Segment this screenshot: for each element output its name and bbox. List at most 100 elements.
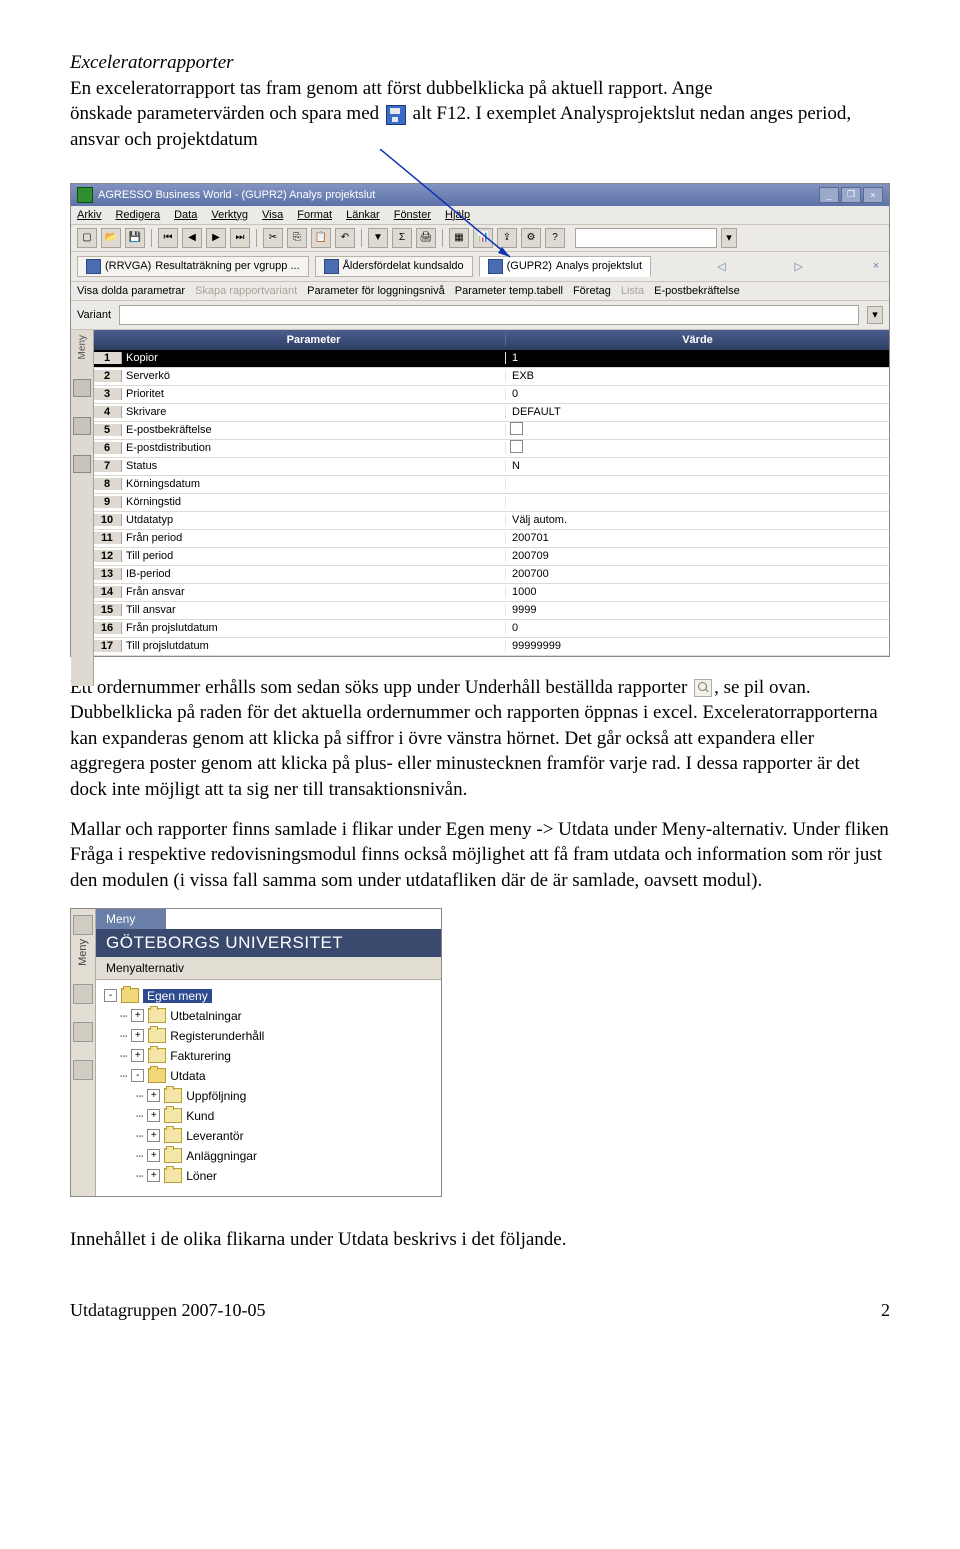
expand-box[interactable]: + xyxy=(131,1009,144,1022)
tree-item[interactable]: ⋯+Registerunderhåll xyxy=(104,1026,433,1046)
row-value[interactable] xyxy=(506,387,889,401)
grid-row[interactable]: 12Till period xyxy=(93,548,889,566)
value-input[interactable] xyxy=(510,351,893,365)
menu-format[interactable]: Format xyxy=(297,209,332,221)
tree-item[interactable]: ⋯+Uppföljning xyxy=(104,1086,433,1106)
tree-item[interactable]: ⋯+Anläggningar xyxy=(104,1146,433,1166)
row-value[interactable] xyxy=(506,621,889,635)
grid-row[interactable]: 16Från projslutdatum xyxy=(93,620,889,638)
tree-item[interactable]: ⋯+Leverantör xyxy=(104,1126,433,1146)
menu-verktyg[interactable]: Verktyg xyxy=(211,209,248,221)
toolbar-open-icon[interactable]: 📂 xyxy=(101,228,121,248)
checkbox[interactable] xyxy=(510,440,523,453)
grid-row[interactable]: 3Prioritet xyxy=(93,386,889,404)
tree-item[interactable]: ⋯-Utdata xyxy=(104,1066,433,1086)
checkbox[interactable] xyxy=(510,422,523,435)
tab-nav-right-icon[interactable]: ▷ xyxy=(792,259,806,273)
row-value[interactable] xyxy=(506,585,889,599)
tab-nav-left-icon[interactable]: ◁ xyxy=(714,259,728,273)
row-value[interactable] xyxy=(506,459,889,473)
subtool-visa-dolda[interactable]: Visa dolda parametrar xyxy=(77,285,185,297)
grid-row[interactable]: 1Kopior xyxy=(93,350,889,368)
value-input[interactable] xyxy=(510,387,893,401)
row-value[interactable] xyxy=(506,422,889,438)
expand-box[interactable]: + xyxy=(147,1149,160,1162)
maximize-button[interactable]: ❐ xyxy=(841,187,861,203)
tree-item[interactable]: ⋯+Utbetalningar xyxy=(104,1006,433,1026)
row-value[interactable] xyxy=(506,513,889,527)
tree-item[interactable]: -Egen meny xyxy=(104,986,433,1006)
row-value[interactable] xyxy=(506,405,889,419)
expand-box[interactable]: + xyxy=(131,1049,144,1062)
sidebar-icon[interactable] xyxy=(73,915,93,935)
toolbar-help-icon[interactable]: ? xyxy=(545,228,565,248)
toolbar-dropdown-button[interactable]: ▾ xyxy=(721,228,737,248)
tree-item[interactable]: ⋯+Löner xyxy=(104,1166,433,1186)
grid-row[interactable]: 9Körningstid xyxy=(93,494,889,512)
expand-box[interactable]: + xyxy=(147,1169,160,1182)
value-input[interactable] xyxy=(510,639,893,653)
tree-item[interactable]: ⋯+Kund xyxy=(104,1106,433,1126)
toolbar-dropdown[interactable] xyxy=(575,228,717,248)
grid-row[interactable]: 7Status xyxy=(93,458,889,476)
sidebar-icon[interactable] xyxy=(73,379,91,397)
minimize-button[interactable]: _ xyxy=(819,187,839,203)
tab-close-icon[interactable]: × xyxy=(869,259,883,273)
row-value[interactable] xyxy=(506,369,889,383)
grid-row[interactable]: 14Från ansvar xyxy=(93,584,889,602)
variant-dropdown-button[interactable]: ▾ xyxy=(867,306,883,324)
row-value[interactable] xyxy=(506,351,889,365)
sidebar-icon[interactable] xyxy=(73,984,93,1004)
value-input[interactable] xyxy=(510,549,893,563)
grid-row[interactable]: 6E-postdistribution xyxy=(93,440,889,458)
close-button[interactable]: × xyxy=(863,187,883,203)
menu-arkiv[interactable]: Arkiv xyxy=(77,209,101,221)
grid-row[interactable]: 5E-postbekräftelse xyxy=(93,422,889,440)
toolbar-copy-icon[interactable]: ⎘ xyxy=(287,228,307,248)
expand-box[interactable]: + xyxy=(147,1109,160,1122)
subtool-temp-tabell[interactable]: Parameter temp.tabell xyxy=(455,285,563,297)
grid-row[interactable]: 8Körningsdatum xyxy=(93,476,889,494)
expand-box[interactable]: + xyxy=(131,1029,144,1042)
row-value[interactable] xyxy=(506,477,889,491)
row-value[interactable] xyxy=(506,567,889,581)
subtool-loggning[interactable]: Parameter för loggningsnivå xyxy=(307,285,445,297)
tree-item[interactable]: ⋯+Fakturering xyxy=(104,1046,433,1066)
toolbar-cut-icon[interactable]: ✂ xyxy=(263,228,283,248)
subtool-foretag[interactable]: Företag xyxy=(573,285,611,297)
value-input[interactable] xyxy=(510,477,893,491)
value-input[interactable] xyxy=(510,621,893,635)
grid-row[interactable]: 10Utdatatyp xyxy=(93,512,889,530)
value-input[interactable] xyxy=(510,495,893,509)
grid-row[interactable]: 11Från period xyxy=(93,530,889,548)
menu-visa[interactable]: Visa xyxy=(262,209,283,221)
toolbar-last-icon[interactable]: ⏭ xyxy=(230,228,250,248)
row-value[interactable] xyxy=(506,639,889,653)
menu-data[interactable]: Data xyxy=(174,209,197,221)
value-input[interactable] xyxy=(510,531,893,545)
menu-redigera[interactable]: Redigera xyxy=(115,209,160,221)
value-input[interactable] xyxy=(510,585,893,599)
toolbar-first-icon[interactable]: ⏮ xyxy=(158,228,178,248)
menu-tab[interactable]: Meny xyxy=(96,909,166,929)
value-input[interactable] xyxy=(510,513,893,527)
toolbar-save-icon[interactable]: 💾 xyxy=(125,228,145,248)
grid-row[interactable]: 17Till projslutdatum xyxy=(93,638,889,656)
sidebar-icon[interactable] xyxy=(73,1022,93,1042)
expand-box[interactable]: - xyxy=(104,989,117,1002)
expand-box[interactable]: + xyxy=(147,1129,160,1142)
grid-row[interactable]: 4Skrivare xyxy=(93,404,889,422)
value-input[interactable] xyxy=(510,567,893,581)
value-input[interactable] xyxy=(510,459,893,473)
tab-resultatrakning[interactable]: (RRVGA) Resultaträkning per vgrupp ... xyxy=(77,256,309,277)
grid-row[interactable]: 13IB-period xyxy=(93,566,889,584)
toolbar-paste-icon[interactable]: 📋 xyxy=(311,228,331,248)
variant-input[interactable] xyxy=(119,305,859,325)
grid-row[interactable]: 15Till ansvar xyxy=(93,602,889,620)
value-input[interactable] xyxy=(510,369,893,383)
row-value[interactable] xyxy=(506,495,889,509)
value-input[interactable] xyxy=(510,405,893,419)
expand-box[interactable]: - xyxy=(131,1069,144,1082)
sidebar-search-icon[interactable] xyxy=(73,1060,93,1080)
grid-row[interactable]: 2Serverkö xyxy=(93,368,889,386)
